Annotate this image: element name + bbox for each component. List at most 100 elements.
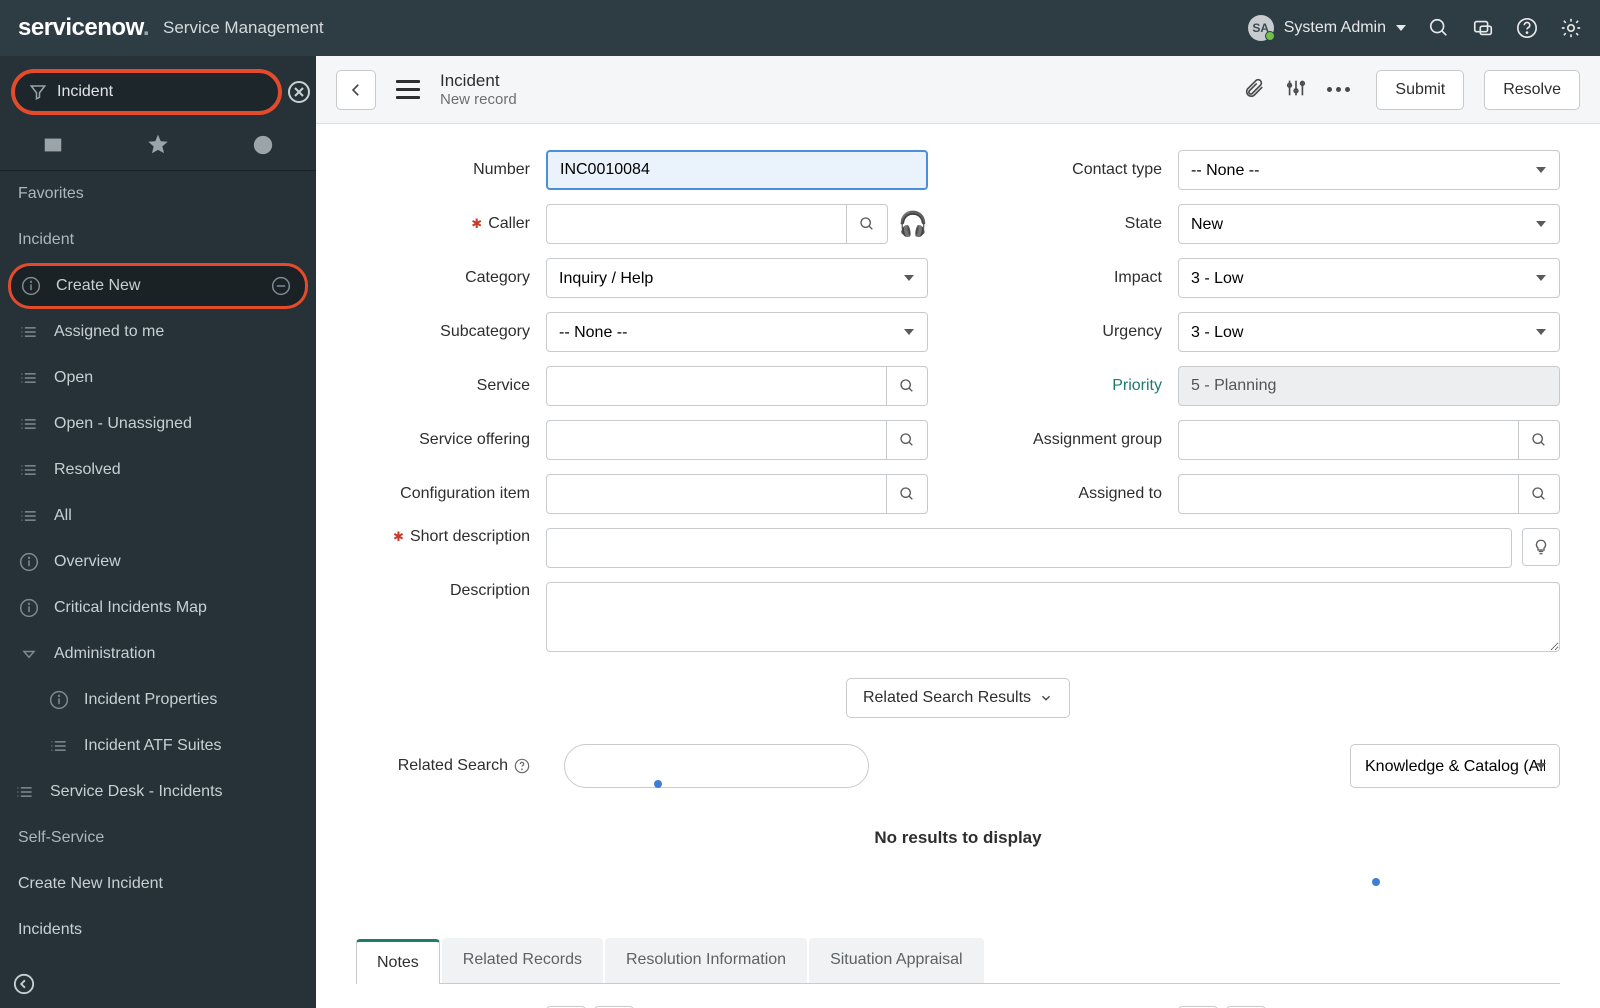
nav-incident-atf[interactable]: Incident ATF Suites [0, 723, 316, 769]
indicator-dot [654, 780, 662, 788]
nav-filter-input[interactable] [57, 83, 264, 101]
nav-label: Create New [56, 277, 140, 295]
submit-button[interactable]: Submit [1376, 70, 1464, 110]
impact-select[interactable]: 3 - Low [1178, 258, 1560, 298]
caller-lookup-icon[interactable] [846, 204, 888, 244]
help-small-icon[interactable] [514, 758, 530, 774]
back-button[interactable] [336, 70, 376, 110]
assigned-to-input[interactable] [1178, 474, 1518, 514]
tab-resolution-info[interactable]: Resolution Information [605, 938, 807, 983]
nav-filter-box[interactable] [14, 72, 279, 112]
assignment-group-input[interactable] [1178, 420, 1518, 460]
nav-label: All [54, 507, 72, 525]
clear-filter-icon[interactable] [287, 79, 311, 105]
nav-assigned-to-me[interactable]: Assigned to me [0, 309, 316, 355]
caller-label: Caller [356, 215, 546, 233]
service-lookup-icon[interactable] [886, 366, 928, 406]
list-icon [18, 413, 40, 435]
service-offering-lookup-icon[interactable] [886, 420, 928, 460]
avatar-initials: SA [1252, 21, 1269, 35]
nav-label: Open - Unassigned [54, 415, 192, 433]
impact-label: Impact [988, 269, 1178, 287]
state-label: State [988, 215, 1178, 233]
nav-open-unassigned[interactable]: Open - Unassigned [0, 401, 316, 447]
number-input[interactable] [546, 150, 928, 190]
config-item-input[interactable] [546, 474, 886, 514]
settings-gear-icon[interactable] [1560, 17, 1582, 39]
nav-tab-all-apps-icon[interactable] [38, 130, 68, 160]
global-search-icon[interactable] [1428, 17, 1450, 39]
collapse-nav-icon[interactable] [10, 970, 38, 998]
logo: servicenow. [18, 14, 149, 42]
logo-text: servicenow [18, 14, 143, 41]
related-results-toggle[interactable]: Related Search Results [846, 678, 1070, 718]
main-content: Incident New record Submit Resolve Numbe… [316, 56, 1600, 1008]
caller-input[interactable] [546, 204, 846, 244]
nav-create-new-incident[interactable]: Create New Incident [0, 861, 316, 907]
tab-situation[interactable]: Situation Appraisal [809, 938, 984, 983]
nav-incidents[interactable]: Incidents [0, 907, 316, 953]
urgency-select[interactable]: 3 - Low [1178, 312, 1560, 352]
form-menu-icon[interactable] [388, 70, 428, 110]
short-desc-label: Short description [356, 528, 546, 546]
service-input[interactable] [546, 366, 886, 406]
assignment-group-lookup-icon[interactable] [1518, 420, 1560, 460]
suggestion-bulb-icon[interactable] [1522, 528, 1560, 566]
short-desc-input[interactable] [546, 528, 1512, 568]
config-item-lookup-icon[interactable] [886, 474, 928, 514]
category-select[interactable]: Inquiry / Help [546, 258, 928, 298]
product-label: Service Management [163, 18, 324, 38]
related-search-input[interactable] [564, 744, 869, 788]
assigned-to-lookup-icon[interactable] [1518, 474, 1560, 514]
no-results-text: No results to display [356, 828, 1560, 848]
nav-resolved[interactable]: Resolved [0, 447, 316, 493]
nav-label: Incidents [18, 921, 82, 939]
headset-icon[interactable]: 🎧 [898, 210, 928, 239]
nav-tabs [0, 124, 316, 171]
info-icon [18, 597, 40, 619]
nav-critical-map[interactable]: Critical Incidents Map [0, 585, 316, 631]
nav-label: Create New Incident [18, 875, 163, 893]
chevron-down-icon [1039, 691, 1053, 705]
priority-label[interactable]: Priority [988, 377, 1178, 395]
chat-icon[interactable] [1472, 17, 1494, 39]
tab-notes[interactable]: Notes [356, 939, 440, 984]
resolve-button[interactable]: Resolve [1484, 70, 1580, 110]
nav-administration[interactable]: Administration [0, 631, 316, 677]
form-tabs: Notes Related Records Resolution Informa… [356, 938, 1560, 984]
nav-open[interactable]: Open [0, 355, 316, 401]
nav-all[interactable]: All [0, 493, 316, 539]
service-offering-label: Service offering [356, 431, 546, 449]
nav-tab-history-icon[interactable] [248, 130, 278, 160]
funnel-icon [29, 83, 47, 101]
category-label: Category [356, 269, 546, 287]
nav-service-desk[interactable]: Service Desk - Incidents [0, 769, 316, 815]
avatar[interactable]: SA [1248, 15, 1274, 41]
personalize-icon[interactable] [1285, 77, 1307, 103]
remove-icon[interactable] [270, 275, 292, 297]
nav-create-new[interactable]: Create New [8, 263, 308, 309]
subcategory-select[interactable]: -- None -- [546, 312, 928, 352]
nav-incident-properties[interactable]: Incident Properties [0, 677, 316, 723]
header-subtitle: New record [440, 91, 517, 108]
more-actions-icon[interactable] [1327, 87, 1350, 92]
tab-related-records[interactable]: Related Records [442, 938, 603, 983]
contact-type-select[interactable]: -- None -- [1178, 150, 1560, 190]
info-icon [20, 275, 42, 297]
nav-overview[interactable]: Overview [0, 539, 316, 585]
header-title: Incident [440, 71, 517, 91]
section-incident: Incident [0, 217, 316, 263]
state-select[interactable]: New [1178, 204, 1560, 244]
service-offering-input[interactable] [546, 420, 886, 460]
nav-label: Service Desk - Incidents [50, 783, 223, 801]
related-search-scope[interactable]: Knowledge & Catalog (All) [1350, 744, 1560, 788]
nav-tab-favorites-icon[interactable] [143, 130, 173, 160]
user-menu-caret-icon[interactable] [1396, 25, 1406, 31]
nav-label: Incident Properties [84, 691, 217, 709]
left-nav: Favorites Incident Create New Assigned t… [0, 56, 316, 1008]
user-name[interactable]: System Admin [1284, 19, 1386, 37]
list-icon [18, 505, 40, 527]
attachment-icon[interactable] [1243, 77, 1265, 103]
help-icon[interactable] [1516, 17, 1538, 39]
description-textarea[interactable] [546, 582, 1560, 652]
